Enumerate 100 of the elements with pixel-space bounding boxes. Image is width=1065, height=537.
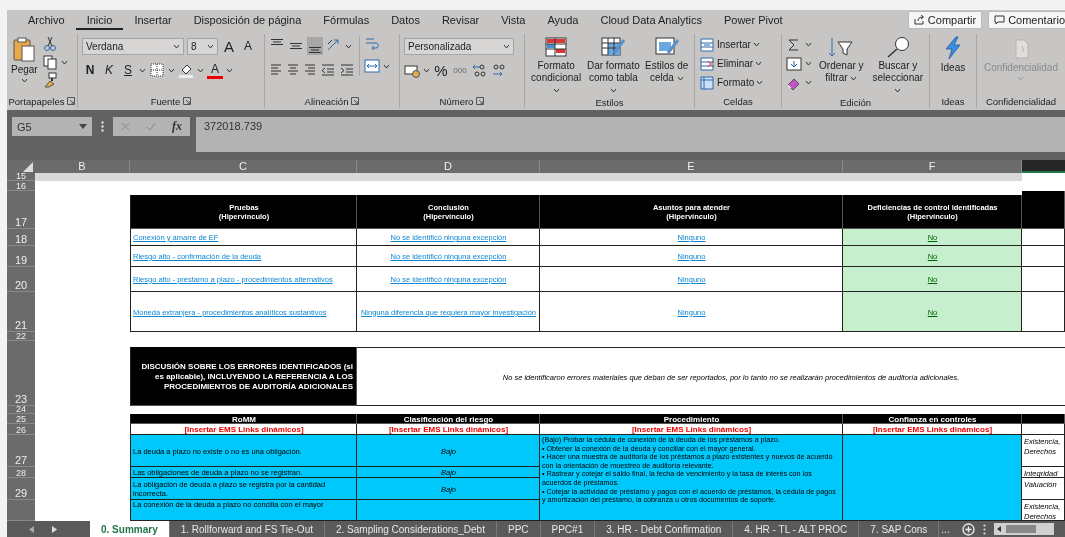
menu-tab[interactable]: Cloud Data Analytics [589,10,713,30]
ideas-button[interactable]: Ideas [940,36,966,74]
column-header[interactable]: D [357,160,540,173]
menu-tab[interactable]: Revisar [430,10,491,30]
more-options-icon[interactable] [982,523,986,535]
ribbon-button[interactable]: Eliminar [699,55,764,72]
column-header[interactable] [1022,160,1065,173]
align-button[interactable] [307,37,323,55]
row-header[interactable]: 19 [7,246,35,267]
font-color-button[interactable]: A [207,61,223,79]
sheet-tab[interactable]: 7. SAP Cons [859,521,940,537]
dialog-launcher-icon[interactable] [183,97,192,105]
italic-button[interactable]: K [101,61,117,79]
menu-tab[interactable]: Ayuda [536,10,590,30]
menu-tab[interactable]: Archivo [17,10,76,30]
sheet-tab[interactable]: 1. Rollforward and FS Tie-Out [169,521,325,537]
sheet-tab[interactable]: 2. Sampling Considerations_Debt [325,521,497,537]
thousands-button[interactable]: 000 [452,61,468,79]
menu-tab[interactable]: Datos [380,10,431,30]
row-header[interactable]: 27 [7,435,35,467]
share-button[interactable]: Compartir [907,11,983,29]
copy-icon[interactable] [41,54,58,70]
bold-button[interactable]: N [82,61,98,79]
fill-down-icon[interactable] [786,55,802,72]
merge-cells-icon[interactable] [364,58,380,74]
ribbon-button[interactable]: Insertar [699,36,764,53]
column-header[interactable]: C [130,160,357,173]
sheet-tab[interactable]: PPC [496,521,541,537]
insert-function-button[interactable]: fx [172,119,182,134]
insert-cells-icon[interactable] [699,36,715,53]
row-header[interactable]: 21 [7,292,35,332]
caret-icon [676,76,684,81]
fill-color-icon[interactable] [178,62,194,78]
row-header[interactable]: 20 [7,267,35,292]
font-name-field[interactable]: Verdana [82,37,184,55]
ribbon-button[interactable]: Ordenar y filtrar [815,36,868,84]
ribbon-button[interactable]: Formato condicional [529,36,584,96]
clipboard-icon[interactable] [11,36,38,62]
sheet-tab[interactable]: 3. HR - Debt Confirmation [595,521,734,537]
menu-tab[interactable]: Vista [490,10,537,30]
delete-cells-icon[interactable] [699,55,715,72]
align-right-icon[interactable] [303,63,317,77]
select-all-button[interactable] [7,160,35,173]
align-center-icon[interactable] [286,63,300,77]
column-header[interactable]: F [843,160,1022,173]
ribbon-button[interactable]: Estilos de celda [643,36,690,84]
menu-tab[interactable]: Disposición de página [182,10,313,30]
table-brush-icon[interactable] [600,36,627,58]
shrink-font-button[interactable]: A [240,37,256,55]
scroll-right-icon[interactable] [52,525,57,533]
row-header[interactable]: 28 [7,467,35,478]
name-box[interactable]: G5 [12,117,92,136]
dialog-launcher-icon[interactable] [476,97,485,105]
formula-field[interactable]: 372018.739 [196,117,1065,152]
paste-button[interactable]: Pegar [11,36,38,83]
increase-decimal-icon[interactable] [471,62,487,78]
cell-brush-icon[interactable] [653,36,680,58]
sheet-tab[interactable]: 0. Summary [90,521,170,537]
column-header[interactable]: B [35,160,130,173]
scroll-left-icon[interactable] [29,525,34,533]
number-format-field[interactable]: Personalizada [404,37,514,55]
font-size-field[interactable]: 8 [187,37,218,55]
add-sheet-icon[interactable] [961,522,975,536]
check-icon[interactable] [146,122,156,131]
comments-button[interactable]: Comentario [988,11,1065,29]
row-header[interactable]: 18 [7,229,35,246]
sheet-tab[interactable]: 4. HR - TL - ALT PROC [733,521,860,537]
align-left-icon[interactable] [269,63,283,77]
ribbon-button[interactable]: Dar formato como tabla [586,36,641,96]
dialog-launcher-icon[interactable] [67,97,76,105]
borders-icon[interactable] [149,62,165,78]
increase-indent-icon[interactable] [339,62,355,78]
sheet-tab[interactable]: PPC#1 [540,521,596,537]
ribbon-button[interactable]: Formato [699,74,764,91]
more-options-icon[interactable] [101,121,104,132]
format-painter-icon[interactable] [41,72,58,88]
percent-button[interactable]: % [433,61,449,79]
menu-tab[interactable]: Insertar [123,10,183,30]
sort-filter-icon[interactable] [828,36,855,58]
scissors-icon[interactable] [41,36,58,52]
row-header[interactable]: 23 [7,341,35,406]
conditional-format-icon[interactable] [544,36,569,58]
column-header[interactable]: E [540,160,843,173]
caret-icon [168,67,175,73]
horizontal-scrollbar[interactable] [993,523,1054,535]
menu-tab[interactable]: Fórmulas [312,10,381,30]
row-header[interactable]: 29 [7,478,35,500]
currency-icon[interactable] [404,62,420,78]
underline-button[interactable]: S [120,61,136,79]
grow-font-button[interactable]: A [221,37,237,55]
menu-tab[interactable]: Power Pivot [712,10,794,30]
format-cells-icon[interactable] [699,74,715,91]
row-header[interactable]: 17 [7,191,35,229]
decrease-indent-icon[interactable] [320,62,336,78]
ribbon-button[interactable]: Buscar y seleccionar [870,36,925,96]
more-tabs-button[interactable]: ... [939,521,956,537]
lightning-icon[interactable] [942,36,964,60]
decrease-decimal-icon[interactable] [490,62,506,78]
dialog-launcher-icon[interactable] [351,97,360,105]
row-header[interactable]: 26 [7,424,35,435]
